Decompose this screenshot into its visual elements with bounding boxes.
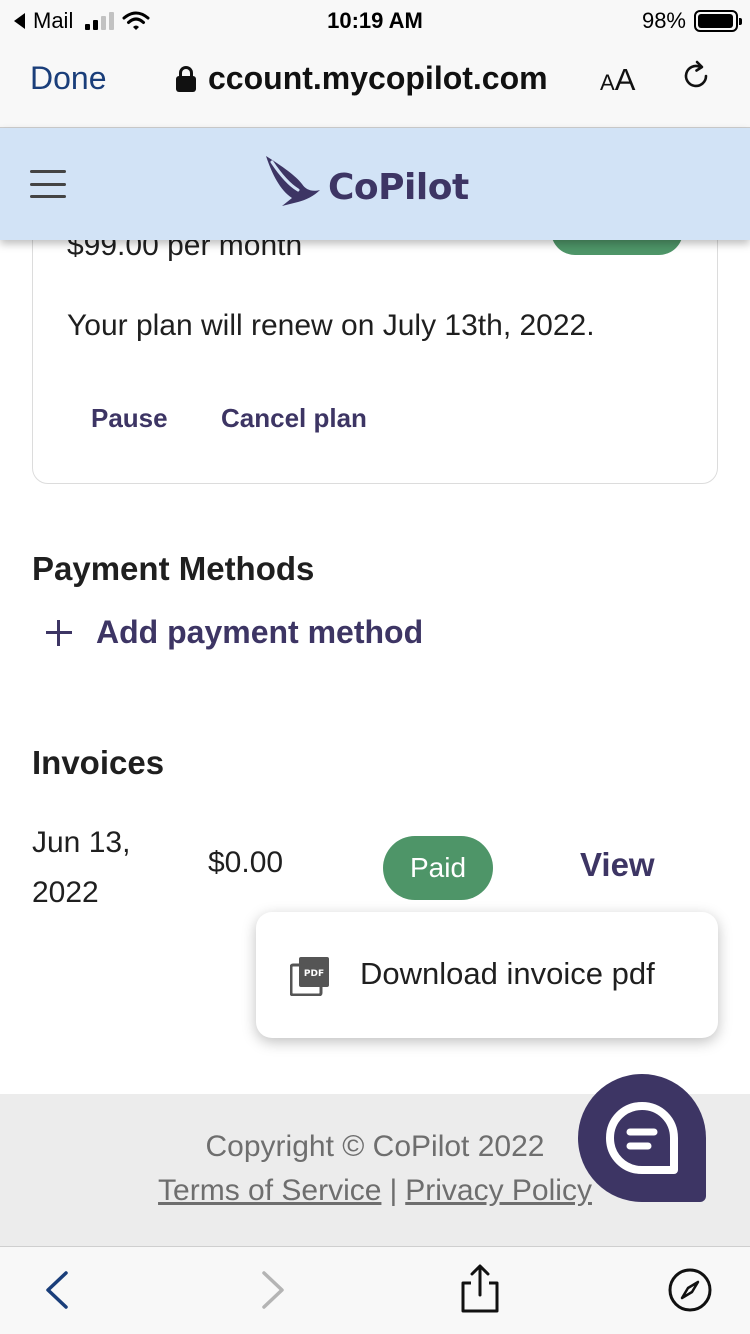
done-button[interactable]: Done — [30, 60, 107, 97]
browser-toolbar — [0, 1246, 750, 1334]
pdf-icon: PDF — [290, 957, 329, 996]
invoice-actions-menu: PDF Download invoice pdf — [256, 912, 718, 1038]
invoice-amount: $0.00 — [208, 846, 284, 879]
bird-logo-icon — [266, 156, 320, 206]
plan-renew-text: Your plan will renew on July 13th, 2022. — [67, 309, 595, 342]
svg-text:PDF: PDF — [304, 969, 324, 979]
download-invoice-pdf-item[interactable]: PDF Download invoice pdf — [256, 912, 718, 1038]
reload-icon[interactable] — [678, 58, 714, 94]
chat-button[interactable] — [578, 1074, 706, 1202]
clock: 10:19 AM — [327, 8, 423, 33]
forward-icon[interactable] — [246, 1265, 296, 1315]
terms-of-service-link[interactable]: Terms of Service — [158, 1174, 381, 1207]
browser-address-bar: Done ccount.mycopilot.com AA — [0, 40, 750, 128]
text-size-button[interactable]: AA — [600, 62, 635, 98]
invoices-heading: Invoices — [32, 744, 165, 781]
menu-icon[interactable] — [30, 170, 66, 198]
payment-methods-heading: Payment Methods — [32, 550, 315, 587]
site-header: CoPilot — [0, 128, 750, 240]
add-payment-method-button[interactable]: Add payment method — [44, 614, 423, 651]
lock-icon — [176, 65, 196, 92]
plan-card: $99.00 per month Your plan will renew on… — [32, 200, 718, 484]
invoice-status-badge: Paid — [383, 836, 493, 900]
logo-text: CoPilot — [328, 167, 469, 208]
add-payment-method-label: Add payment method — [96, 614, 424, 650]
footer-separator: | — [389, 1174, 398, 1207]
url-text: ccount.mycopilot.com — [208, 60, 548, 96]
battery-icon — [694, 10, 742, 32]
cancel-plan-button[interactable]: Cancel plan — [221, 403, 367, 434]
compass-icon[interactable] — [665, 1265, 715, 1315]
chat-icon — [606, 1102, 678, 1174]
back-icon[interactable] — [34, 1265, 84, 1315]
plus-icon — [44, 618, 74, 648]
share-icon[interactable] — [455, 1263, 505, 1313]
invoice-view-button[interactable]: View — [580, 846, 655, 884]
status-bar: Mail 10:19 AM 98% — [0, 0, 750, 40]
privacy-policy-link[interactable]: Privacy Policy — [405, 1174, 592, 1207]
invoice-date: Jun 13, 2022 — [32, 826, 131, 909]
copilot-logo[interactable]: CoPilot — [262, 154, 469, 210]
battery-percent: 98% — [641, 8, 686, 33]
download-invoice-pdf-label: Download invoice pdf — [360, 956, 655, 991]
url-field[interactable]: ccount.mycopilot.com — [176, 60, 548, 97]
pause-button[interactable]: Pause — [91, 403, 168, 434]
